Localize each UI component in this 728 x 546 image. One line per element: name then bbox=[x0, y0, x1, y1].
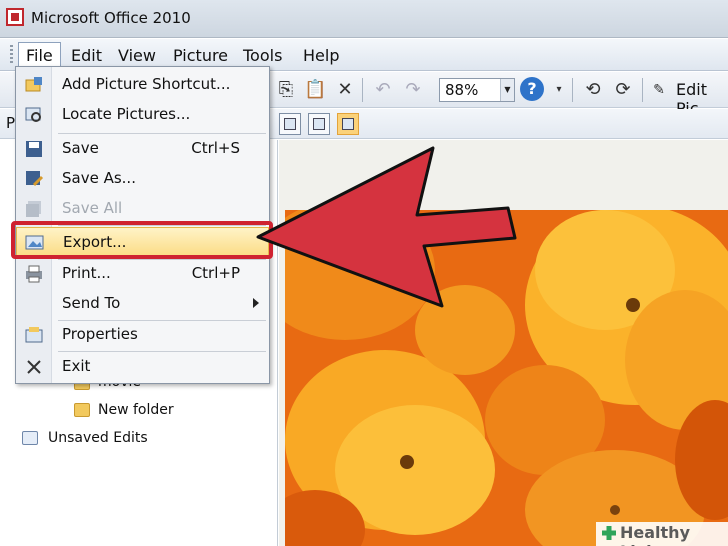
menu-item-label: Save As... bbox=[62, 169, 136, 187]
menu-item-add-picture-shortcut[interactable]: Add Picture Shortcut... bbox=[16, 70, 269, 100]
toolbar-separator bbox=[572, 78, 573, 102]
print-icon bbox=[24, 264, 44, 284]
single-picture-view-icon bbox=[342, 118, 354, 130]
thumbnail-view-icon bbox=[284, 118, 296, 130]
menu-item-exit[interactable]: Exit bbox=[16, 352, 269, 382]
title-bar: Microsoft Office 2010 bbox=[0, 0, 728, 38]
toolbar-separator bbox=[362, 78, 363, 102]
help-icon[interactable]: ? bbox=[520, 77, 544, 101]
properties-icon bbox=[24, 325, 44, 345]
chevron-down-icon[interactable]: ▼ bbox=[500, 79, 514, 101]
zoom-value: 88% bbox=[445, 81, 479, 99]
filmstrip-view-button[interactable] bbox=[308, 113, 330, 135]
menu-item-shortcut: Ctrl+S bbox=[191, 139, 240, 157]
menu-item-print[interactable]: Print... Ctrl+P bbox=[16, 259, 269, 289]
menu-item-label: Properties bbox=[62, 325, 138, 343]
menu-view[interactable]: View bbox=[114, 45, 160, 66]
unsaved-edits-icon bbox=[22, 431, 38, 445]
tree-item-unsaved-edits[interactable]: Unsaved Edits bbox=[48, 430, 148, 446]
menu-item-label: Save All bbox=[62, 199, 123, 217]
office-app-icon bbox=[6, 8, 24, 26]
locate-pictures-icon bbox=[24, 105, 44, 125]
close-icon bbox=[24, 357, 44, 377]
toolbar-options-icon[interactable]: ▾ bbox=[548, 79, 570, 101]
single-picture-view-button[interactable] bbox=[337, 113, 359, 135]
menu-item-properties[interactable]: Properties bbox=[16, 320, 269, 350]
menu-tools[interactable]: Tools bbox=[239, 45, 286, 66]
window-title: Microsoft Office 2010 bbox=[31, 9, 191, 27]
rotate-right-icon[interactable]: ⟳ bbox=[612, 79, 634, 101]
thumbnail-view-button[interactable] bbox=[279, 113, 301, 135]
edit-pictures-icon[interactable]: ✎ bbox=[648, 79, 670, 101]
menu-item-save-all: Save All bbox=[16, 194, 269, 224]
filmstrip-view-icon bbox=[313, 118, 325, 130]
watermark-text: Healthy Living bbox=[620, 523, 690, 546]
save-all-icon bbox=[24, 199, 44, 219]
export-highlight-outline bbox=[11, 221, 273, 259]
paste-icon[interactable]: 📋 bbox=[304, 79, 326, 101]
folder-icon bbox=[74, 403, 90, 417]
menu-item-label: Save bbox=[62, 139, 99, 157]
redo-icon[interactable]: ↷ bbox=[402, 79, 424, 101]
menu-item-label: Print... bbox=[62, 264, 111, 282]
menu-item-save-as[interactable]: Save As... bbox=[16, 164, 269, 194]
rotate-left-icon[interactable]: ⟲ bbox=[582, 79, 604, 101]
pointer-arrow bbox=[250, 140, 520, 310]
copy-icon[interactable]: ⎘ bbox=[275, 79, 297, 101]
red-arrow-icon bbox=[256, 146, 517, 308]
tree-item-new-folder[interactable]: New folder bbox=[98, 402, 174, 418]
watermark: Healthy Living bbox=[596, 522, 728, 546]
menu-item-save[interactable]: Save Ctrl+S bbox=[16, 134, 269, 164]
undo-icon[interactable]: ↶ bbox=[372, 79, 394, 101]
save-as-icon bbox=[24, 169, 44, 189]
menu-item-send-to[interactable]: Send To bbox=[16, 289, 269, 319]
menu-item-label: Send To bbox=[62, 294, 121, 312]
menu-item-locate-pictures[interactable]: Locate Pictures... bbox=[16, 100, 269, 130]
menu-item-label: Locate Pictures... bbox=[62, 105, 191, 123]
delete-icon[interactable]: ✕ bbox=[334, 79, 356, 101]
menu-item-label: Add Picture Shortcut... bbox=[62, 75, 231, 93]
menu-item-label: Exit bbox=[62, 357, 91, 375]
save-icon bbox=[24, 139, 44, 159]
toolbar-separator bbox=[642, 78, 643, 102]
add-shortcut-icon bbox=[24, 75, 44, 95]
menu-edit[interactable]: Edit bbox=[67, 45, 106, 66]
menu-help[interactable]: Help bbox=[299, 45, 343, 66]
menu-item-shortcut: Ctrl+P bbox=[191, 264, 240, 282]
plus-icon bbox=[602, 526, 616, 540]
menu-picture[interactable]: Picture bbox=[169, 45, 232, 66]
pane-label: P bbox=[6, 114, 16, 132]
menubar-grip[interactable] bbox=[10, 45, 13, 65]
zoom-select[interactable]: 88% ▼ bbox=[439, 78, 515, 102]
